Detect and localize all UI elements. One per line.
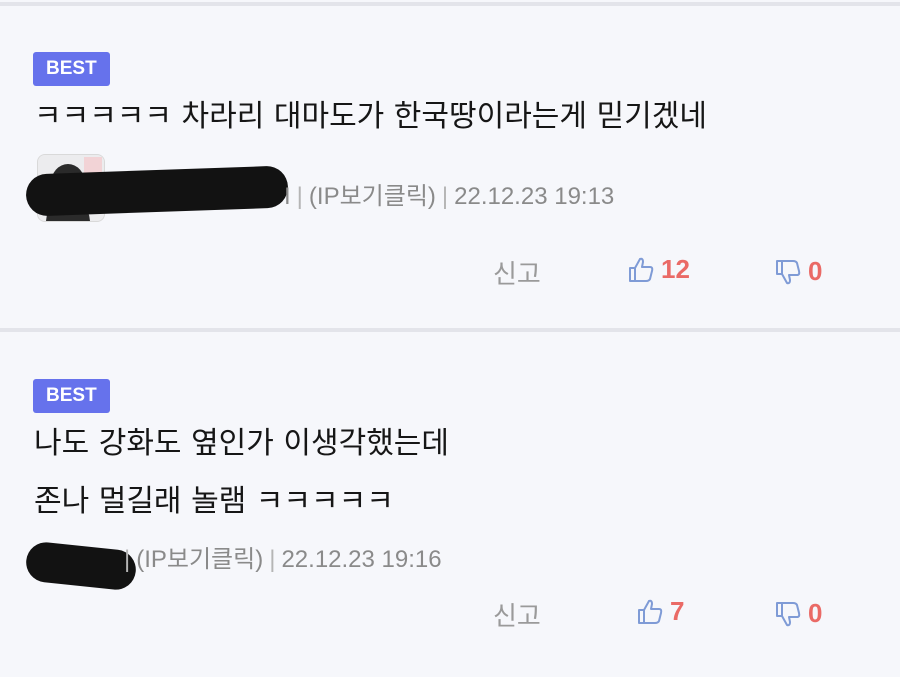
like-button[interactable]: 7 bbox=[636, 596, 684, 627]
comment-meta: I | (IP보기클릭) | 22.12.23 19:13 bbox=[284, 176, 614, 211]
comment-item: BEST ㅋㅋㅋㅋㅋ 차라리 대마도가 한국땅이라는게 믿기겠네 I | (IP보기… bbox=[0, 0, 900, 328]
comment-meta: | (IP보기클릭) | 22.12.23 19:16 bbox=[118, 539, 442, 574]
meta-separator: | bbox=[269, 546, 276, 573]
comment-datetime: 22.12.23 19:16 bbox=[281, 546, 442, 573]
ip-view-link[interactable]: (IP보기클릭) bbox=[309, 183, 436, 210]
dislike-button[interactable]: 0 bbox=[774, 598, 822, 629]
comment-text-line: ㅋㅋㅋㅋㅋ 차라리 대마도가 한국땅이라는게 믿기겠네 bbox=[34, 99, 707, 134]
thumbs-up-icon bbox=[638, 599, 663, 624]
author-name-tail[interactable]: I bbox=[284, 183, 291, 210]
like-button[interactable]: 12 bbox=[627, 254, 690, 285]
redacted-author-name bbox=[25, 165, 289, 217]
meta-separator: | bbox=[441, 183, 449, 210]
dislike-button[interactable]: 0 bbox=[774, 256, 822, 287]
comment-text-line: 나도 강화도 옆인가 이생각했는데 bbox=[34, 426, 450, 461]
dislike-count: 0 bbox=[808, 598, 823, 628]
ip-view-link[interactable]: (IP보기클릭) bbox=[136, 546, 263, 573]
report-button[interactable]: 신고 bbox=[493, 596, 541, 633]
comment-text: ㅋㅋㅋㅋㅋ 차라리 대마도가 한국땅이라는게 믿기겠네 bbox=[34, 88, 707, 146]
like-count: 12 bbox=[661, 254, 690, 284]
dislike-count: 0 bbox=[808, 256, 823, 286]
comment-datetime: 22.12.23 19:13 bbox=[454, 183, 615, 210]
meta-separator: | bbox=[124, 546, 131, 573]
comment-text-line: 존나 멀길래 놀램 ㅋㅋㅋㅋㅋ bbox=[34, 484, 394, 519]
best-badge: BEST bbox=[33, 52, 110, 86]
thumbs-down-icon bbox=[776, 601, 801, 626]
meta-separator: | bbox=[296, 183, 303, 210]
like-count: 7 bbox=[670, 596, 685, 626]
comment-item: BEST 나도 강화도 옆인가 이생각했는데 존나 멀길래 놀램 ㅋㅋㅋㅋㅋ |… bbox=[0, 332, 900, 677]
best-badge: BEST bbox=[33, 379, 110, 413]
report-button[interactable]: 신고 bbox=[493, 254, 541, 291]
thumbs-down-icon bbox=[776, 259, 801, 284]
thumbs-up-icon bbox=[629, 257, 654, 282]
comment-text: 나도 강화도 옆인가 이생각했는데 존나 멀길래 놀램 ㅋㅋㅋㅋㅋ bbox=[34, 415, 449, 531]
